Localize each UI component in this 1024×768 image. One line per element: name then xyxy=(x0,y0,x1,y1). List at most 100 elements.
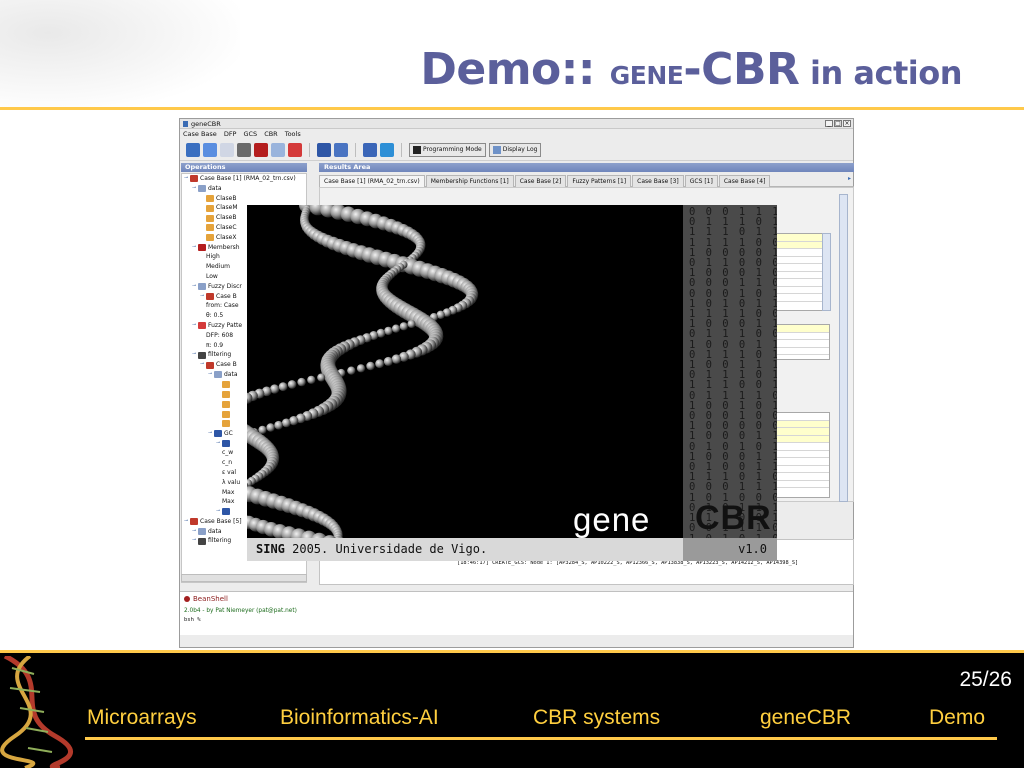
reload-icon[interactable] xyxy=(203,142,217,157)
window-titlebar: geneCBR _ □ × xyxy=(180,119,853,129)
case-base-icon xyxy=(206,292,214,300)
menu-cbr[interactable]: CBR xyxy=(264,130,278,138)
close-button[interactable]: × xyxy=(843,120,851,127)
tree-node-label: from: Case xyxy=(206,302,239,310)
tree-node-label: ClaseB xyxy=(216,214,237,222)
operations-scrollbar[interactable] xyxy=(181,574,307,582)
results-header: Results Area xyxy=(319,163,854,172)
class-icon xyxy=(206,234,214,242)
tree-node-label: Low xyxy=(206,272,218,280)
dna-bead xyxy=(383,356,393,366)
minimize-button[interactable]: _ xyxy=(825,120,833,127)
tool-icon[interactable] xyxy=(363,142,377,157)
tree-node-label: Medium xyxy=(206,263,230,271)
beanshell-prompt[interactable]: bsh % xyxy=(184,617,849,623)
terminal-icon xyxy=(413,145,421,154)
tab-membership-functions[interactable]: Membership Functions [1] xyxy=(425,175,514,187)
dna-bead xyxy=(391,324,401,333)
toolbar-separator xyxy=(355,142,356,157)
tree-node-label: θ: 0.5 xyxy=(206,312,224,320)
table-scrollbar[interactable] xyxy=(822,233,831,311)
dna-bead xyxy=(366,361,375,371)
beanshell-title: BeanShell xyxy=(184,595,849,603)
tab-scroll-right-icon[interactable]: ▸ xyxy=(848,175,854,186)
pattern-icon[interactable] xyxy=(288,142,302,157)
tree-node-label: Case Base [5] xyxy=(200,517,242,525)
sqrt-icon[interactable] xyxy=(254,142,268,157)
tree-node-label: data xyxy=(208,184,222,192)
tree-node-label: GC xyxy=(224,429,233,437)
table-icon[interactable] xyxy=(220,142,234,157)
filter-icon xyxy=(198,537,206,545)
tab-case-base-3[interactable]: Case Base [3] xyxy=(632,175,684,187)
binary-panel: 0 0 0 1 1 1 0 0 0 0 1 1 1 0 1 0 1 1 1 1 … xyxy=(683,205,777,538)
page-number: 25/26 xyxy=(959,668,1012,691)
tree-node-label: Fuzzy Patte xyxy=(208,321,243,329)
class-icon xyxy=(206,224,214,232)
tab-gcs[interactable]: GCS [1] xyxy=(684,175,718,187)
class-icon xyxy=(222,420,230,428)
tree-node-label: DFP: 608 xyxy=(206,331,234,339)
dna-bead xyxy=(274,420,283,430)
gcs-icon xyxy=(214,430,222,438)
bean-icon xyxy=(184,596,190,602)
export-icon[interactable] xyxy=(380,142,394,157)
case-base-icon xyxy=(190,518,198,526)
results-scrollbar[interactable] xyxy=(839,194,848,502)
tree-node-label: Case B xyxy=(216,361,237,369)
tree-node-label: c_w xyxy=(222,449,234,457)
programming-mode-button[interactable]: Programming Mode xyxy=(409,142,486,157)
menu-dfp[interactable]: DFP xyxy=(224,130,237,138)
beanshell-console[interactable]: BeanShell 2.0b4 - by Pat Niemeyer (pat@p… xyxy=(180,591,853,635)
gcs-icon[interactable] xyxy=(317,142,331,157)
dna-bead xyxy=(297,377,306,387)
sqrt-icon xyxy=(198,243,206,251)
class-icon xyxy=(222,390,230,398)
toolbar-separator xyxy=(401,142,402,157)
dna-bead xyxy=(307,375,316,384)
dna-bead xyxy=(375,359,384,369)
dna-bead xyxy=(347,366,356,375)
network-icon[interactable] xyxy=(334,142,348,157)
tree-node-label: ClaseC xyxy=(216,223,237,231)
binary-digits: 0 0 0 1 1 1 0 0 0 0 1 1 1 0 1 0 1 1 1 1 … xyxy=(689,206,777,538)
tree-node-label: Max xyxy=(222,498,235,506)
menu-tools[interactable]: Tools xyxy=(285,130,301,138)
menu-gcs[interactable]: GCS xyxy=(243,130,257,138)
tab-case-base-4[interactable]: Case Base [4] xyxy=(718,175,771,187)
tab-fuzzy-patterns[interactable]: Fuzzy Patterns [1] xyxy=(567,175,632,187)
nav-cbr-systems[interactable]: CBR systems xyxy=(533,706,660,730)
load-icon[interactable] xyxy=(186,142,200,157)
tree-node[interactable]: ⊸ data xyxy=(182,184,306,194)
display-log-button[interactable]: Display Log xyxy=(488,142,542,157)
tree-node[interactable]: ClaseB xyxy=(182,194,306,204)
sing-label: SING xyxy=(256,542,285,556)
tab-case-base-2[interactable]: Case Base [2] xyxy=(514,175,567,187)
tree-node[interactable]: ⊸ Case Base [1] (RMA_02_trn.csv) xyxy=(182,174,306,184)
dna-bead xyxy=(266,423,275,432)
app-icon xyxy=(183,120,188,127)
tree-node-label: ClaseB xyxy=(216,194,237,202)
dna-bead xyxy=(356,364,366,373)
tree-node-label: data xyxy=(224,370,238,378)
dna-image xyxy=(247,205,683,556)
window-title: geneCBR xyxy=(191,119,221,128)
nav-microarrays[interactable]: Microarrays xyxy=(87,706,197,730)
tab-case-base-1[interactable]: Case Base [1] (RMA_02_trn.csv) xyxy=(319,175,425,187)
dna-bead xyxy=(281,418,291,428)
nav-bioinformatics-ai[interactable]: Bioinformatics-AI xyxy=(280,706,439,730)
nav-genecbr[interactable]: geneCBR xyxy=(760,706,851,730)
tree-node-label: Max xyxy=(222,488,235,496)
dna-bead xyxy=(399,322,408,331)
menu-case-base[interactable]: Case Base xyxy=(183,130,217,138)
nav-underline xyxy=(85,737,997,740)
filter-icon[interactable] xyxy=(237,142,251,157)
footer-divider xyxy=(0,650,1024,653)
pattern-icon xyxy=(198,322,206,330)
tree-node-label: Case B xyxy=(216,292,237,300)
window-icon[interactable] xyxy=(271,142,285,157)
log-icon xyxy=(492,145,501,154)
maximize-button[interactable]: □ xyxy=(834,120,842,127)
nav-demo[interactable]: Demo xyxy=(929,706,985,730)
display-log-label: Display Log xyxy=(502,146,538,153)
